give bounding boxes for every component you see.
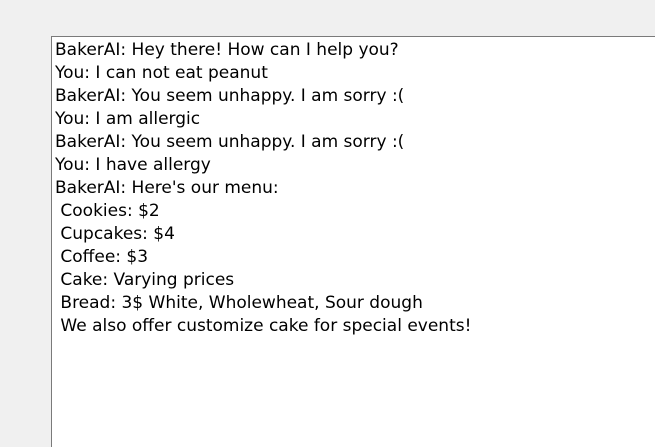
menu-item-line: Bread: 3$ White, Wholewheat, Sour dough [55, 293, 423, 313]
app-window: BakerAI: Hey there! How can I help you? … [0, 0, 655, 447]
chat-line: BakerAI: Hey there! How can I help you? [55, 40, 399, 60]
menu-item-line: Coffee: $3 [55, 247, 149, 267]
chat-line: You: I can not eat peanut [55, 63, 268, 83]
chat-line: You: I am allergic [55, 109, 201, 129]
menu-note-line: We also offer customize cake for special… [55, 316, 472, 336]
chat-line: BakerAI: Here's our menu: [55, 178, 279, 198]
chat-transcript-area[interactable]: BakerAI: Hey there! How can I help you? … [51, 36, 655, 447]
chat-line: You: I have allergy [55, 155, 211, 175]
chat-line: BakerAI: You seem unhappy. I am sorry :( [55, 132, 405, 152]
menu-item-line: Cupcakes: $4 [55, 224, 175, 244]
menu-item-line: Cake: Varying prices [55, 270, 235, 290]
menu-item-line: Cookies: $2 [55, 201, 160, 221]
chat-line: BakerAI: You seem unhappy. I am sorry :( [55, 86, 405, 106]
